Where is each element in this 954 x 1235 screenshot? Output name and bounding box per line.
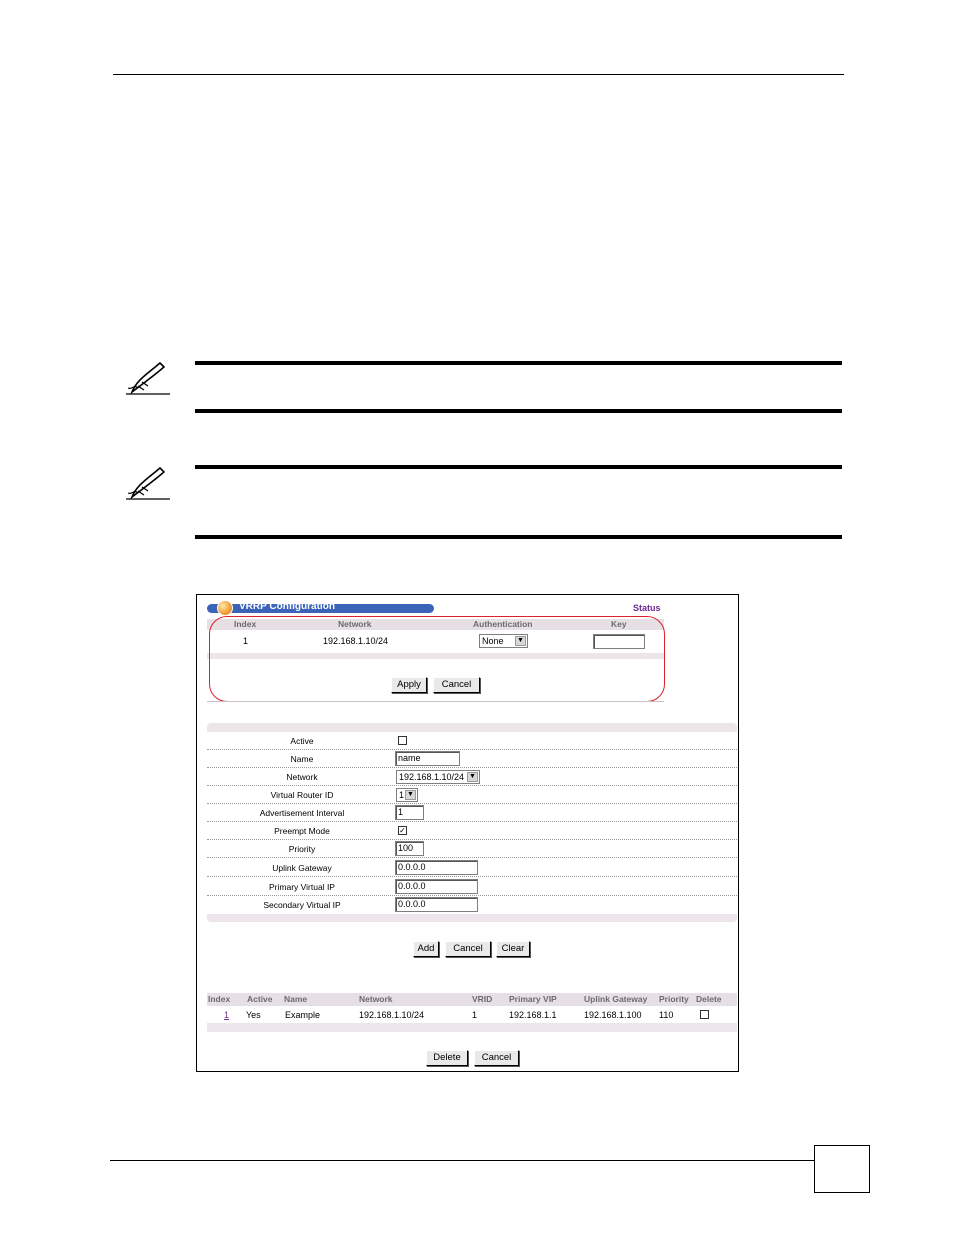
vrid-label: Virtual Router ID xyxy=(270,790,334,800)
primary-vip-label: Primary Virtual IP xyxy=(269,882,335,892)
summary-footer-bar xyxy=(207,1023,737,1032)
sum-col-name: Name xyxy=(284,994,308,1004)
primary-vip-input[interactable]: 0.0.0.0 xyxy=(395,879,478,894)
row-primary-vip: 192.168.1.1 xyxy=(509,1010,557,1020)
active-checkbox[interactable] xyxy=(398,736,407,745)
divider xyxy=(207,701,664,702)
note-pen-icon xyxy=(126,466,170,500)
table-row: 1 Yes Example 192.168.1.10/24 1 192.168.… xyxy=(207,1007,737,1023)
note2-bottom-rule xyxy=(195,535,842,539)
name-row: Name name xyxy=(207,750,737,768)
add-button[interactable]: Add xyxy=(413,941,439,957)
row-uplink: 192.168.1.100 xyxy=(584,1010,642,1020)
name-input[interactable]: name xyxy=(395,751,460,766)
vrid-row: Virtual Router ID 1 ▼ xyxy=(207,786,737,804)
uplink-input[interactable]: 0.0.0.0 xyxy=(395,860,478,875)
active-row: Active xyxy=(207,732,737,750)
form-top-bar xyxy=(207,723,737,732)
delete-button[interactable]: Delete xyxy=(426,1050,468,1066)
name-label: Name xyxy=(290,754,314,764)
preempt-label: Preempt Mode xyxy=(274,826,330,836)
chevron-down-icon: ▼ xyxy=(467,772,478,782)
sum-col-active: Active xyxy=(247,994,273,1004)
priority-input[interactable]: 100 xyxy=(395,841,424,856)
network-select[interactable]: 192.168.1.10/24 ▼ xyxy=(396,770,480,784)
row-name: Example xyxy=(285,1010,321,1020)
summary-cancel-button[interactable]: Cancel xyxy=(474,1050,519,1066)
sum-col-primary-vip: Primary VIP xyxy=(509,994,557,1004)
adv-interval-row: Advertisement Interval 1 xyxy=(207,804,737,822)
uplink-label: Uplink Gateway xyxy=(272,863,332,873)
active-label: Active xyxy=(290,736,314,746)
network-label: Network xyxy=(286,772,318,782)
network-row: Network 192.168.1.10/24 ▼ xyxy=(207,768,737,786)
delete-checkbox[interactable] xyxy=(700,1010,709,1019)
row-network: 192.168.1.10/24 xyxy=(359,1010,425,1020)
uplink-row: Uplink Gateway 0.0.0.0 xyxy=(207,858,737,877)
status-link[interactable]: Status xyxy=(633,603,661,613)
adv-interval-input[interactable]: 1 xyxy=(395,805,424,820)
form-cancel-button[interactable]: Cancel xyxy=(445,941,491,957)
chevron-down-icon: ▼ xyxy=(405,790,416,800)
priority-row: Priority 100 xyxy=(207,840,737,858)
clear-button[interactable]: Clear xyxy=(496,941,530,957)
sum-col-vrid: VRID xyxy=(472,994,493,1004)
secondary-vip-input[interactable]: 0.0.0.0 xyxy=(395,897,478,912)
vrrp-screen: VRRP Configuration Status Index Network … xyxy=(196,594,739,1072)
network-value: 192.168.1.10/24 xyxy=(399,772,465,782)
row-priority: 110 xyxy=(659,1010,674,1020)
secondary-vip-label: Secondary Virtual IP xyxy=(263,900,341,910)
row-vrid: 1 xyxy=(472,1010,478,1020)
form-bottom-bar xyxy=(207,914,737,922)
adv-interval-label: Advertisement Interval xyxy=(259,808,345,818)
sum-col-index: Index xyxy=(208,994,231,1004)
summary-table-header: Index Active Name Network VRID Primary V… xyxy=(207,993,737,1006)
header-rule xyxy=(113,74,844,75)
note1-top-rule xyxy=(195,361,842,365)
sum-col-uplink: Uplink Gateway xyxy=(584,994,648,1004)
preempt-checkbox[interactable]: ✓ xyxy=(398,826,407,835)
page-title: VRRP Configuration xyxy=(239,601,335,612)
primary-vip-row: Primary Virtual IP 0.0.0.0 xyxy=(207,877,737,896)
highlight-oval xyxy=(209,616,665,702)
sum-col-network: Network xyxy=(359,994,393,1004)
vrid-value: 1 xyxy=(399,790,405,800)
title-orb-icon xyxy=(217,600,233,616)
note-pen-icon xyxy=(126,361,170,395)
priority-label: Priority xyxy=(288,844,316,854)
row-active: Yes xyxy=(246,1010,261,1020)
row-index-link[interactable]: 1 xyxy=(224,1010,229,1020)
sum-col-priority: Priority xyxy=(659,994,689,1004)
vrid-select[interactable]: 1 ▼ xyxy=(396,788,418,802)
note2-top-rule xyxy=(195,465,842,469)
footer-rule xyxy=(110,1160,815,1161)
note1-bottom-rule xyxy=(195,409,842,413)
sum-col-delete: Delete xyxy=(696,994,722,1004)
preempt-row: Preempt Mode ✓ xyxy=(207,822,737,840)
page-number-box xyxy=(814,1145,870,1193)
secondary-vip-row: Secondary Virtual IP 0.0.0.0 xyxy=(207,896,737,914)
